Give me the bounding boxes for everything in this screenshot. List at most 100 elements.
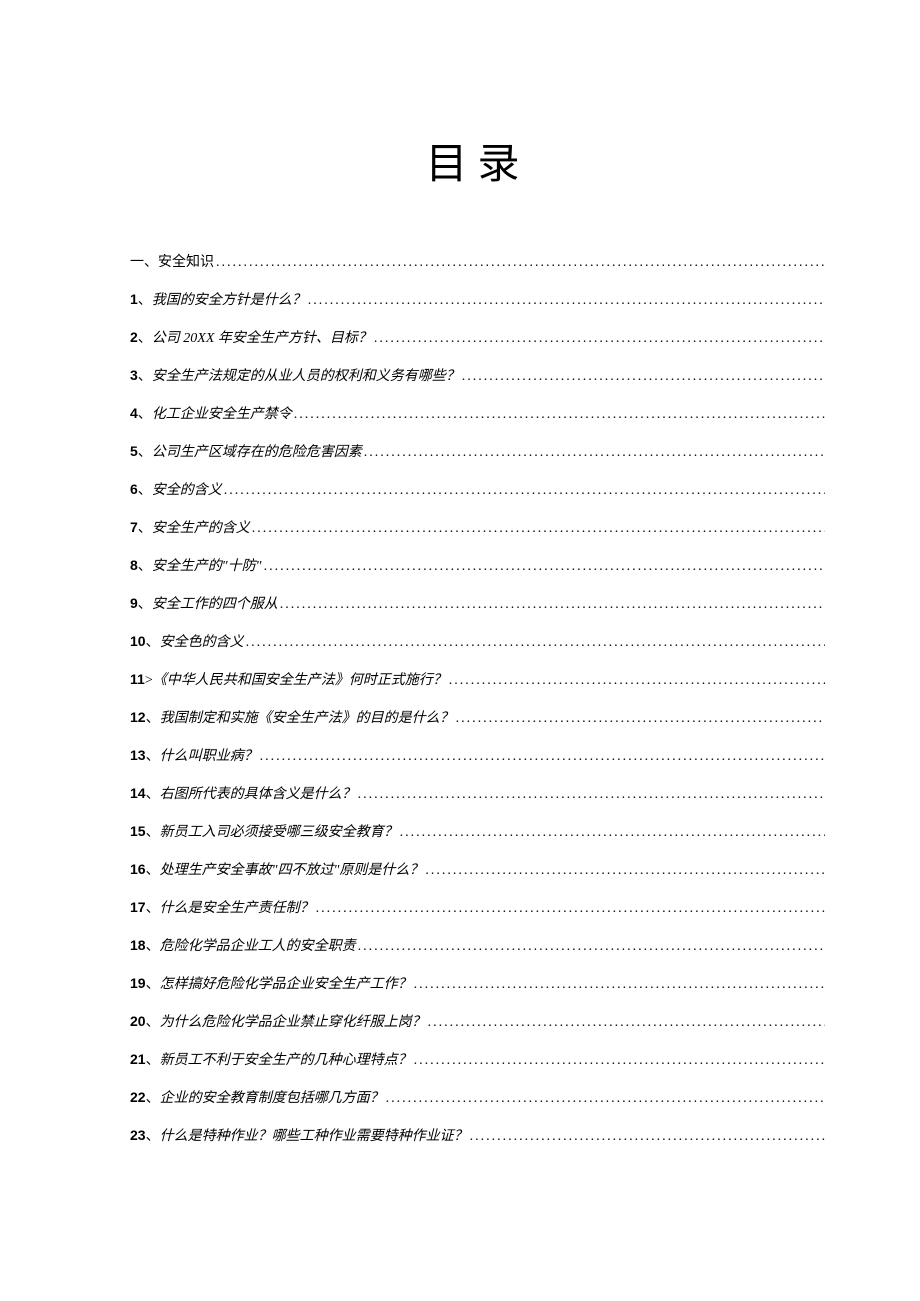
toc-item: 22 、 企业的安全教育制度包括哪几方面？ (130, 1087, 825, 1107)
toc-item-number: 20 (130, 1013, 146, 1029)
toc-item-separator: 、 (146, 1049, 160, 1069)
toc-item-label: 什么叫职业病？ (160, 745, 258, 765)
toc-item: 8 、 安全生产的"十防" (130, 555, 825, 575)
toc-item: 18 、 危险化学品企业工人的安全职责 (130, 935, 825, 955)
toc-item-label: 化工企业安全生产禁令 (152, 403, 292, 423)
toc-leader-dots (224, 483, 825, 499)
toc-item-separator: 、 (138, 289, 152, 309)
toc-leader-dots (428, 1015, 825, 1031)
toc-item-number: 18 (130, 937, 146, 953)
toc-leader-dots (358, 939, 825, 955)
toc-item: 3 、 安全生产法规定的从业人员的权利和义务有哪些？ (130, 365, 825, 385)
toc-leader-dots (294, 407, 825, 423)
toc-item-label: 公司生产区域存在的危险危害因素 (152, 441, 362, 461)
toc-item-separator: 、 (138, 327, 152, 347)
toc-item-number: 7 (130, 519, 138, 535)
toc-leader-dots (425, 863, 825, 879)
toc-item-separator: 、 (146, 821, 160, 841)
toc-item-separator: 、 (146, 897, 160, 917)
toc-leader-dots (264, 559, 825, 575)
toc-item-number: 11 (130, 671, 145, 687)
toc-leader-dots (456, 711, 825, 727)
toc-item: 15 、 新员工入司必须接受哪三级安全教育？ (130, 821, 825, 841)
toc-item-separator: 、 (138, 441, 152, 461)
toc-leader-dots (374, 331, 825, 347)
toc-item: 13 、 什么叫职业病？ (130, 745, 825, 765)
toc-item: 16 、 处理生产安全事故"四不放过"原则是什么？ (130, 859, 825, 879)
toc-leader-dots (470, 1129, 825, 1145)
toc-item-label: 公司 20XX 年安全生产方针、目标？ (152, 327, 372, 347)
toc-item-separator: 、 (146, 1087, 160, 1107)
toc-leader-dots (246, 635, 825, 651)
toc-item-number: 17 (130, 899, 146, 915)
toc-item: 5 、 公司生产区域存在的危险危害因素 (130, 441, 825, 461)
toc-item-label: 安全生产的"十防" (152, 555, 262, 575)
toc-item-separator: 、 (146, 707, 160, 727)
toc-item-label: 安全生产的含义 (152, 517, 250, 537)
toc-item-separator: 、 (146, 745, 160, 765)
toc-section-num: 一、 (130, 251, 158, 271)
toc-leader-dots (462, 369, 825, 385)
toc-item-number: 2 (130, 329, 138, 345)
toc-item: 23 、 什么是特种作业？哪些工种作业需要特种作业证？ (130, 1125, 825, 1145)
toc-item-number: 4 (130, 405, 138, 421)
toc-leader-dots (386, 1091, 825, 1107)
toc-item-separator: 、 (138, 403, 152, 423)
page-title: 目录 (130, 130, 825, 191)
toc-item-label: 我国的安全方针是什么？ (152, 289, 306, 309)
toc-item-separator: > (145, 673, 153, 689)
toc-item: 9 、 安全工作的四个服从 (130, 593, 825, 613)
toc-leader-dots (252, 521, 825, 537)
toc-item-separator: 、 (146, 631, 160, 651)
toc-item-label: 危险化学品企业工人的安全职责 (160, 935, 356, 955)
table-of-contents: 一、 安全知识 1 、 我国的安全方针是什么？ 2 、 公司 20XX 年安全生… (130, 251, 825, 1145)
toc-leader-dots (364, 445, 825, 461)
toc-item-separator: 、 (138, 517, 152, 537)
toc-item-label: 安全生产法规定的从业人员的权利和义务有哪些？ (152, 365, 460, 385)
toc-item-label: 处理生产安全事故"四不放过"原则是什么？ (160, 859, 424, 879)
toc-item: 6 、 安全的含义 (130, 479, 825, 499)
toc-item-number: 22 (130, 1089, 146, 1105)
toc-item-number: 23 (130, 1127, 146, 1143)
toc-leader-dots (358, 787, 825, 803)
toc-item: 10 、 安全色的含义 (130, 631, 825, 651)
toc-leader-dots (449, 673, 825, 689)
toc-leader-dots (216, 255, 825, 271)
toc-item-label: 安全色的含义 (160, 631, 244, 651)
toc-item: 19 、 怎样搞好危险化学品企业安全生产工作？ (130, 973, 825, 993)
toc-leader-dots (414, 977, 825, 993)
toc-item: 17 、 什么是安全生产责任制？ (130, 897, 825, 917)
toc-item: 21 、 新员工不利于安全生产的几种心理特点？ (130, 1049, 825, 1069)
toc-item: 11 > 《中华人民共和国安全生产法》何时正式施行？ (130, 669, 825, 689)
toc-leader-dots (414, 1053, 825, 1069)
toc-item: 4 、 化工企业安全生产禁令 (130, 403, 825, 423)
toc-item: 12 、 我国制定和实施《安全生产法》的目的是什么？ (130, 707, 825, 727)
toc-item-separator: 、 (146, 783, 160, 803)
toc-item-separator: 、 (146, 859, 160, 879)
toc-section-label: 安全知识 (158, 251, 214, 271)
toc-item-label: 右图所代表的具体含义是什么？ (160, 783, 356, 803)
toc-item-number: 6 (130, 481, 138, 497)
toc-item-number: 10 (130, 633, 146, 649)
toc-item-number: 5 (130, 443, 138, 459)
toc-leader-dots (260, 749, 825, 765)
toc-item-separator: 、 (138, 555, 152, 575)
toc-item: 14 、 右图所代表的具体含义是什么？ (130, 783, 825, 803)
toc-item: 1 、 我国的安全方针是什么？ (130, 289, 825, 309)
toc-item: 7 、 安全生产的含义 (130, 517, 825, 537)
toc-leader-dots (280, 597, 825, 613)
toc-item-separator: 、 (138, 593, 152, 613)
toc-leader-dots (400, 825, 825, 841)
toc-item-label: 《中华人民共和国安全生产法》何时正式施行？ (153, 669, 447, 689)
toc-item-number: 21 (130, 1051, 146, 1067)
toc-item-label: 安全的含义 (152, 479, 222, 499)
toc-item-separator: 、 (138, 365, 152, 385)
toc-item: 20 、 为什么危险化学品企业禁止穿化纤服上岗？ (130, 1011, 825, 1031)
toc-item-number: 8 (130, 557, 138, 573)
toc-item-label: 为什么危险化学品企业禁止穿化纤服上岗？ (160, 1011, 426, 1031)
toc-item-separator: 、 (146, 935, 160, 955)
toc-leader-dots (316, 901, 825, 917)
toc-item: 2 、 公司 20XX 年安全生产方针、目标？ (130, 327, 825, 347)
toc-item-number: 9 (130, 595, 138, 611)
toc-item-number: 16 (130, 861, 146, 877)
